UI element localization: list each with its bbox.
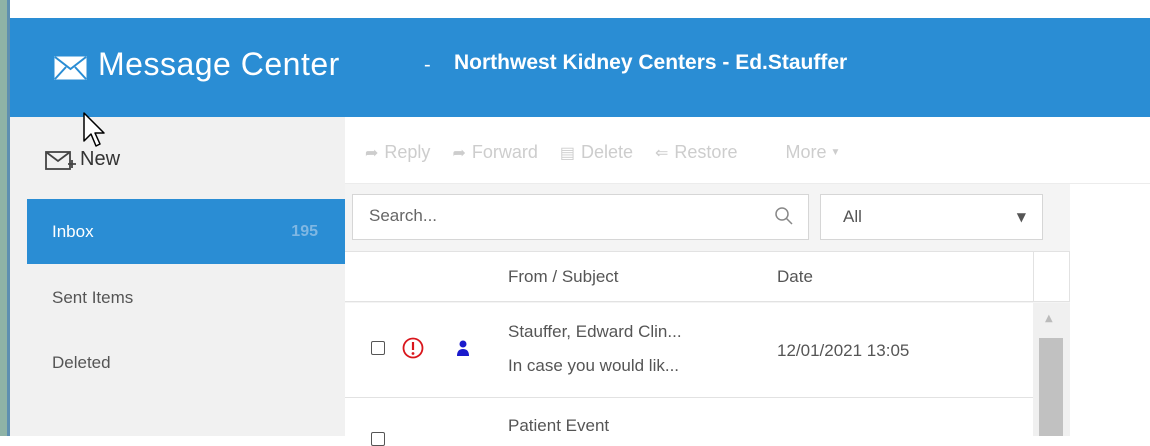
reply-button[interactable]: ➦ Reply [365, 142, 430, 163]
new-mail-icon [45, 151, 76, 170]
sidebar-item-label: Inbox [52, 221, 94, 241]
chevron-down-icon: ▼ [830, 147, 841, 158]
restore-button[interactable]: ⇐ Restore [655, 142, 737, 163]
page-title: Message Center [98, 46, 340, 82]
more-dropdown[interactable]: More ▼ [785, 142, 840, 163]
delete-label: Delete [580, 142, 634, 162]
header-bar: Message Center - Northwest Kidney Center… [10, 18, 1150, 117]
message-toolbar: ➦ Reply ➦ Forward ▤ Delete ⇐ Restore Mor… [345, 125, 1045, 180]
list-header-corner [1033, 251, 1070, 302]
unread-count-badge: 195 [291, 222, 318, 240]
message-date: 12/01/2021 13:05 [777, 341, 910, 360]
sidebar-item-sent[interactable]: Sent Items [27, 265, 345, 330]
window-left-border [0, 0, 7, 436]
message-sender: Patient Event [508, 416, 610, 435]
restore-label: Restore [674, 142, 738, 162]
forward-arrow-icon: ➦ [452, 144, 466, 162]
forward-label: Forward [471, 142, 538, 162]
trash-icon: ▤ [559, 144, 575, 162]
title-separator: - [424, 54, 431, 76]
urgent-priority-icon [402, 337, 424, 359]
chevron-down-icon: ▼ [1016, 210, 1026, 224]
sidebar-item-inbox[interactable]: Inbox 195 [27, 199, 345, 264]
search-input[interactable] [367, 205, 751, 227]
mouse-cursor-icon [83, 112, 105, 147]
sidebar-item-label: Sent Items [52, 287, 134, 307]
search-box [352, 194, 809, 240]
folder-filter-select[interactable]: All ▼ [820, 194, 1043, 240]
reply-label: Reply [384, 142, 431, 162]
restore-arrow-icon: ⇐ [655, 144, 669, 162]
more-label: More [785, 142, 827, 162]
row-checkbox[interactable] [371, 341, 385, 355]
top-margin [10, 0, 1150, 18]
scrollbar-thumb[interactable] [1039, 338, 1063, 436]
table-row[interactable]: Stauffer, Edward Clin... In case you wou… [345, 303, 1033, 398]
message-subject: In case you would lik... [508, 356, 680, 375]
organization-user-label: Northwest Kidney Centers - Ed.Stauffer [454, 51, 848, 74]
filter-value: All [843, 207, 862, 226]
row-checkbox[interactable] [371, 432, 385, 446]
column-header-from[interactable]: From / Subject [508, 267, 619, 287]
sidebar-item-label: Deleted [52, 352, 111, 372]
sidebar-item-deleted[interactable]: Deleted [27, 330, 345, 395]
delete-button[interactable]: ▤ Delete [560, 142, 633, 163]
list-header: From / Subject Date [345, 251, 1033, 302]
scroll-up-icon[interactable]: ▲ [1045, 313, 1053, 324]
person-icon [457, 340, 469, 356]
message-sender: Stauffer, Edward Clin... [508, 322, 682, 341]
forward-button[interactable]: ➦ Forward [452, 142, 537, 163]
search-icon[interactable] [773, 205, 795, 227]
reply-arrow-icon: ➦ [365, 144, 379, 162]
table-row[interactable]: Patient Event [345, 398, 1033, 446]
envelope-icon [54, 56, 87, 80]
column-header-date[interactable]: Date [777, 267, 813, 287]
